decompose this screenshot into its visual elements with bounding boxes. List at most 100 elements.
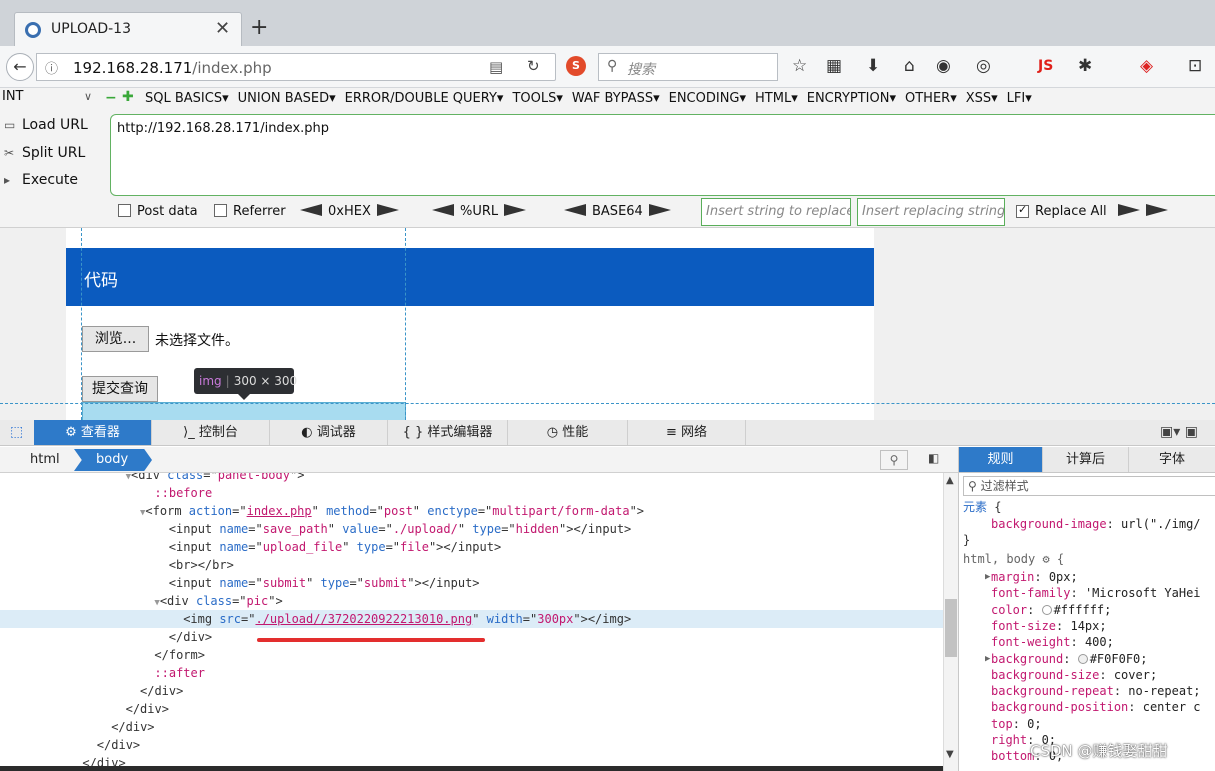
menu-lfi[interactable]: LFI▾ (1007, 91, 1032, 106)
hackbar-url-textarea[interactable]: http://192.168.28.171/index.php (110, 114, 1215, 196)
info-icon[interactable]: ⓘ (45, 58, 58, 77)
menu-sql-basics[interactable]: SQL BASICS▾ (145, 91, 229, 106)
markup-line[interactable]: </div> (0, 700, 943, 718)
rule-property[interactable]: top: 0; (963, 716, 1042, 732)
execute-button[interactable]: ▸ Execute (4, 172, 78, 188)
base64-encode-control[interactable]: BASE64 (564, 204, 671, 219)
rule-property[interactable]: font-family: 'Microsoft YaHei (963, 585, 1201, 601)
search-input[interactable]: 搜索 (627, 59, 655, 79)
chevron-down-icon[interactable]: ∨ (84, 90, 92, 103)
replace-arrows[interactable] (1118, 204, 1168, 219)
markup-line[interactable]: </div> (0, 718, 943, 736)
markup-line[interactable]: <input name="save_path" value="./upload/… (0, 520, 943, 538)
tab-debugger[interactable]: ◐ 调试器 (270, 420, 388, 445)
split-url-button[interactable]: ✂ Split URL (4, 145, 85, 161)
overflow-menu-icon[interactable]: ⊡ (1188, 56, 1202, 76)
markup-line[interactable]: ▼<div class="pic"> (0, 592, 943, 610)
rule-element-selector[interactable]: 元素 { (963, 499, 1001, 515)
breadcrumb-body[interactable]: body (74, 449, 152, 471)
page-actions-icon[interactable]: ▤ (489, 58, 503, 76)
markup-line[interactable]: <img src="./upload//3720220922213010.png… (0, 610, 943, 628)
close-tab-icon[interactable]: ✕ (215, 18, 230, 39)
markup-scrollbar[interactable]: ▲ ▼ (943, 473, 958, 771)
rule-property[interactable]: background-repeat: no-repeat; (963, 683, 1201, 699)
extension-globe-icon[interactable]: ◉ (936, 56, 951, 76)
extension-palette-icon[interactable]: ◎ (976, 56, 991, 76)
int-select[interactable]: INT (2, 89, 94, 110)
filter-styles-input[interactable]: ⚲ 过滤样式 (963, 476, 1215, 496)
menu-encryption[interactable]: ENCRYPTION▾ (807, 91, 896, 106)
dock-options-icon[interactable]: ▣▾ ▣ (1160, 424, 1198, 440)
rule-html-body-selector[interactable]: html, body ⚙ { (963, 551, 1064, 567)
rule-close-brace[interactable]: } (963, 532, 970, 548)
menu-waf-bypass[interactable]: WAF BYPASS▾ (572, 91, 660, 106)
url-bar[interactable]: ⓘ 192.168.28.171/index.php ▤ ↻ (36, 53, 556, 81)
tab-fonts[interactable]: 字体 (1129, 447, 1215, 472)
markup-line[interactable]: <input name="submit" type="submit"></inp… (0, 574, 943, 592)
post-data-checkbox[interactable]: Post data (118, 204, 198, 219)
rule-property[interactable]: font-size: 14px; (963, 618, 1107, 634)
markup-line[interactable]: ▼<form action="index.php" method="post" … (0, 502, 943, 520)
markup-line[interactable]: <input name="upload_file" type="file"></… (0, 538, 943, 556)
tab-console[interactable]: ⟩_ 控制台 (152, 420, 270, 445)
element-picker-icon[interactable]: ⬚ (10, 424, 23, 440)
replacing-string-input[interactable]: Insert replacing string (857, 198, 1005, 226)
rule-property[interactable]: color: #ffffff; (963, 602, 1111, 618)
scrollbar-thumb[interactable] (945, 599, 957, 657)
markup-line[interactable]: </div> (0, 736, 943, 754)
tab-rules[interactable]: 规则 (959, 447, 1043, 472)
rule-property[interactable]: font-weight: 400; (963, 634, 1114, 650)
sidebar-toggle-icon[interactable]: ◧ (928, 451, 939, 465)
breadcrumb-html[interactable]: html (30, 452, 60, 467)
hex-encode-control[interactable]: 0xHEX (300, 204, 399, 219)
tab-performance[interactable]: ◷ 性能 (508, 420, 628, 445)
menu-html[interactable]: HTML▾ (755, 91, 798, 106)
submit-query-button[interactable]: 提交查询 (82, 376, 158, 402)
uploaded-image-highlight[interactable] (82, 402, 406, 422)
rule-property[interactable]: background-position: center c (963, 699, 1201, 715)
menu-tools[interactable]: TOOLS▾ (512, 91, 562, 106)
rule-property[interactable]: background-size: cover; (963, 667, 1157, 683)
markup-line[interactable]: </div> (0, 628, 943, 646)
rule-property[interactable]: ▶ margin: 0px; (963, 569, 1078, 585)
back-button[interactable]: ← (6, 53, 34, 81)
tab-inspector[interactable]: ⚙ 查看器 (34, 420, 152, 445)
replace-string-input[interactable]: Insert string to replace (701, 198, 851, 226)
reading-list-icon[interactable]: ▦ (826, 56, 842, 76)
markup-line[interactable]: ::before (0, 484, 943, 502)
reload-icon[interactable]: ↻ (527, 57, 540, 75)
markup-line[interactable]: </form> (0, 646, 943, 664)
search-icon[interactable]: ⚲ (880, 450, 908, 470)
home-icon[interactable]: ⌂ (904, 56, 915, 76)
rule-property[interactable]: ▶ background: #F0F0F0; (963, 651, 1148, 667)
menu-error-double-query[interactable]: ERROR/DOUBLE QUERY▾ (345, 91, 504, 106)
markup-line[interactable]: <br></br> (0, 556, 943, 574)
menu-other[interactable]: OTHER▾ (905, 91, 957, 106)
noscript-icon[interactable]: S (566, 56, 586, 76)
extension-red-icon[interactable]: ◈ (1140, 56, 1153, 76)
browser-tab[interactable]: UPLOAD-13 ✕ (14, 12, 242, 48)
menu-encoding[interactable]: ENCODING▾ (669, 91, 746, 106)
scroll-down-icon[interactable]: ▼ (946, 749, 954, 760)
markup-line[interactable]: ▼<div class="panel-body"> (0, 473, 943, 484)
markup-line[interactable]: </div> (0, 682, 943, 700)
search-bar[interactable]: ⚲ 搜索 (598, 53, 778, 81)
new-tab-button[interactable]: + (250, 17, 268, 39)
rule-property[interactable]: background-image: url("./img/ (963, 516, 1201, 532)
extension-bug-icon[interactable]: ✱ (1078, 56, 1092, 76)
bookmark-star-icon[interactable]: ☆ (792, 56, 807, 76)
scroll-up-icon[interactable]: ▲ (946, 475, 954, 486)
tab-style-editor[interactable]: { } 样式编辑器 (388, 420, 508, 445)
js-toggle-icon[interactable]: JS (1038, 58, 1053, 74)
referrer-checkbox[interactable]: Referrer (214, 204, 286, 219)
browse-button[interactable]: 浏览... (82, 326, 149, 352)
minus-icon[interactable]: − (105, 90, 117, 106)
markup-line[interactable]: ::after (0, 664, 943, 682)
load-url-button[interactable]: ▭ Load URL (4, 117, 88, 133)
tab-network[interactable]: ≡ 网络 (628, 420, 746, 445)
menu-union-based[interactable]: UNION BASED▾ (238, 91, 336, 106)
url-encode-control[interactable]: %URL (432, 204, 527, 219)
tab-computed[interactable]: 计算后 (1043, 447, 1129, 472)
plus-icon[interactable]: ✚ (122, 89, 134, 105)
replace-all-checkbox[interactable]: Replace All (1016, 204, 1107, 219)
